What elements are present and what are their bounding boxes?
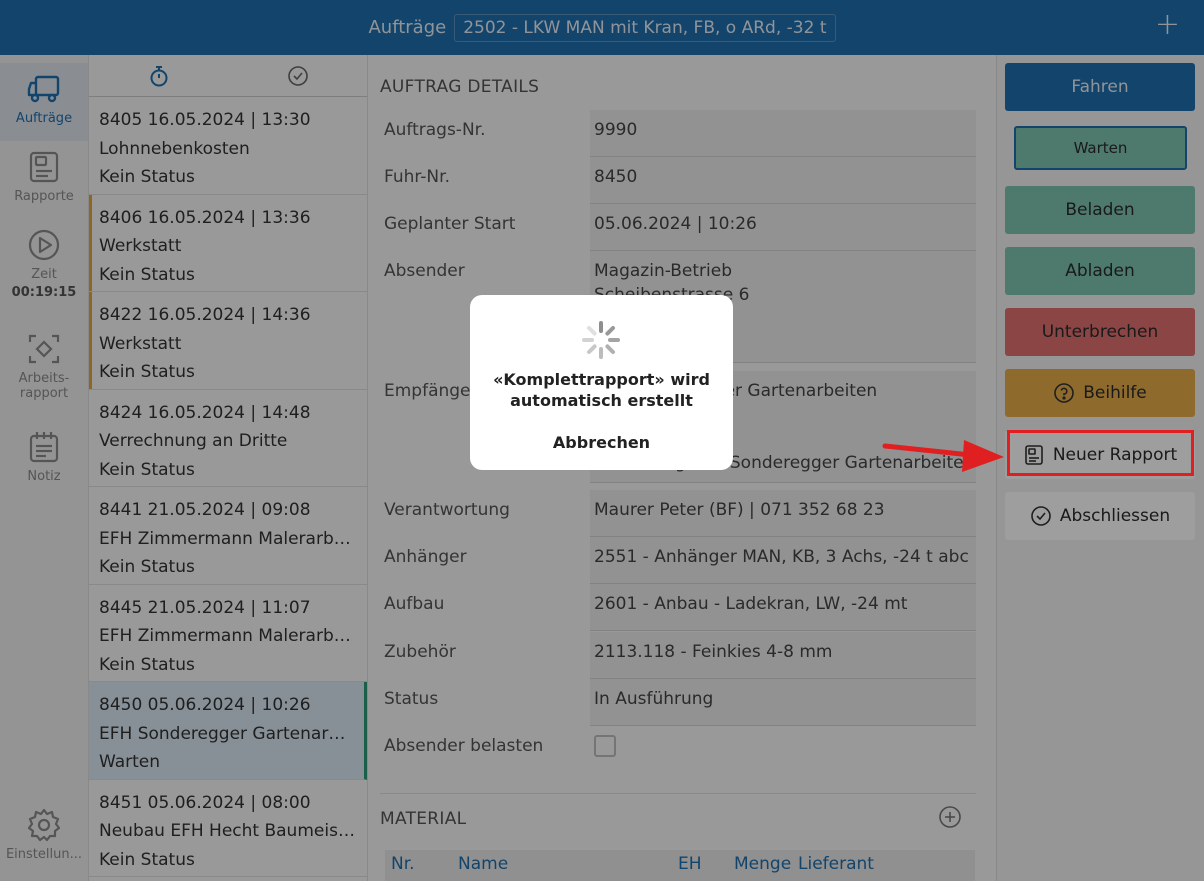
annotation-arrow-icon (882, 440, 1004, 472)
spinner-icon (582, 321, 620, 359)
dialog-message: «Komplettrapport» wird automatisch erste… (493, 370, 710, 410)
annotation-highlight-box (1007, 430, 1194, 476)
cancel-button[interactable]: Abbrechen (530, 433, 673, 452)
progress-dialog: «Komplettrapport» wird automatisch erste… (470, 295, 733, 470)
